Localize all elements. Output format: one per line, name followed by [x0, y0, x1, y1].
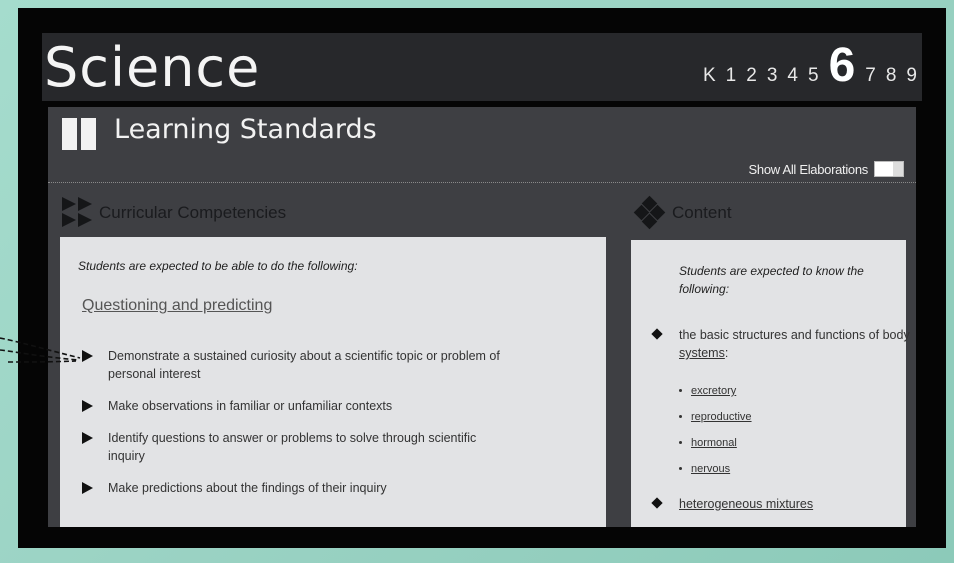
- grade-3[interactable]: 3: [767, 65, 779, 87]
- body-systems-list: excretory reproductive hormonal nervous: [679, 378, 752, 482]
- competency-list: Demonstrate a sustained curiosity about …: [80, 347, 580, 511]
- section-title: Learning Standards: [114, 114, 377, 145]
- list-item: Make observations in familiar or unfamil…: [80, 397, 580, 415]
- questioning-predicting-link[interactable]: Questioning and predicting: [82, 297, 272, 315]
- triangle-bullet-icon: [82, 482, 93, 494]
- hormonal-link[interactable]: hormonal: [691, 437, 737, 449]
- list-item: Identify questions to answer or problems…: [80, 429, 580, 465]
- grade-6-selected[interactable]: 6: [829, 42, 857, 90]
- list-item: Demonstrate a sustained curiosity about …: [80, 347, 580, 383]
- systems-link[interactable]: systems: [679, 346, 725, 360]
- grade-2[interactable]: 2: [746, 65, 758, 87]
- grade-7[interactable]: 7: [865, 65, 877, 87]
- diamonds-icon: [633, 195, 666, 230]
- grade-1[interactable]: 1: [726, 65, 738, 87]
- diamond-bullet-icon: [651, 328, 663, 340]
- list-item: Make predictions about the findings of t…: [80, 479, 580, 497]
- toggle-icon[interactable]: [874, 161, 904, 177]
- reproductive-link[interactable]: reproductive: [691, 411, 752, 423]
- dot-icon: [679, 415, 682, 418]
- heterogeneous-mixtures-link[interactable]: heterogeneous mixtures: [679, 497, 813, 511]
- dot-icon: [679, 441, 682, 444]
- learning-standards-panel: Learning Standards Show All Elaborations…: [48, 107, 916, 527]
- list-item: excretory: [679, 378, 752, 404]
- grade-k[interactable]: K: [703, 65, 717, 87]
- curricular-heading-label: Curricular Competencies: [99, 202, 287, 222]
- triangle-bullet-icon: [82, 400, 93, 412]
- excretory-link[interactable]: excretory: [691, 385, 736, 397]
- columns-icon: [62, 118, 96, 150]
- nervous-link[interactable]: nervous: [691, 463, 730, 475]
- dotted-divider: [48, 182, 916, 183]
- show-all-elaborations[interactable]: Show All Elaborations: [749, 161, 904, 177]
- grade-nav: K 1 2 3 4 5 6 7 8 9: [703, 42, 918, 90]
- content-item-mixtures: heterogeneous mixtures: [651, 495, 919, 513]
- grade-4[interactable]: 4: [787, 65, 799, 87]
- show-all-label: Show All Elaborations: [748, 161, 869, 177]
- grade-8[interactable]: 8: [886, 65, 898, 87]
- content-item-body-systems: the basic structures and functions of bo…: [651, 326, 919, 362]
- content-card: Students are expected to know the follow…: [631, 240, 910, 527]
- dot-icon: [679, 467, 682, 470]
- curricular-heading: Curricular Competencies: [62, 197, 286, 228]
- triangles-icon: [62, 197, 93, 228]
- triangle-bullet-icon: [82, 432, 93, 444]
- list-item: hormonal: [679, 430, 752, 456]
- content-heading: Content: [633, 195, 732, 230]
- app-title: Science: [44, 36, 261, 99]
- curricular-intro: Students are expected to be able to do t…: [78, 259, 358, 273]
- content-intro: Students are expected to know the follow…: [679, 264, 864, 296]
- dashed-pointer-arrow-icon: [0, 337, 81, 363]
- curricular-card: Students are expected to be able to do t…: [60, 237, 606, 527]
- dot-icon: [679, 389, 682, 392]
- diamond-bullet-icon: [651, 497, 663, 509]
- content-heading-label: Content: [672, 203, 732, 222]
- list-item: reproductive: [679, 404, 752, 430]
- grade-9[interactable]: 9: [906, 65, 918, 87]
- grade-5[interactable]: 5: [808, 65, 820, 87]
- list-item: nervous: [679, 456, 752, 482]
